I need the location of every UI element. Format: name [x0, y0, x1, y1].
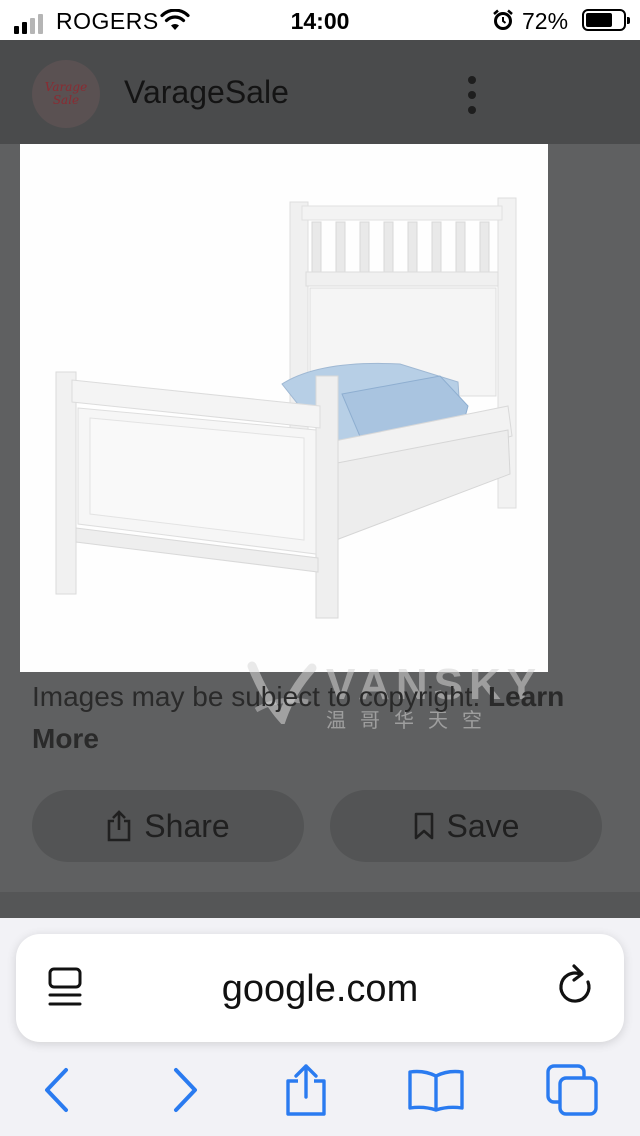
- forward-button[interactable]: [154, 1058, 218, 1122]
- battery-icon: [582, 9, 630, 31]
- bookmarks-button[interactable]: [404, 1058, 468, 1122]
- status-bar: ROGERS 14:00 72%: [0, 0, 640, 40]
- site-header: Varage Sale VarageSale: [0, 40, 640, 144]
- reload-icon[interactable]: [554, 964, 598, 1012]
- tabs-icon: [546, 1064, 598, 1116]
- share-icon: [107, 810, 131, 842]
- bookmarks-icon: [408, 1069, 464, 1112]
- share-button-label: Share: [144, 807, 230, 844]
- copyright-text: Images may be subject to copyright.: [32, 681, 481, 712]
- url-text[interactable]: google.com: [16, 968, 624, 1011]
- tabs-button[interactable]: [540, 1058, 604, 1122]
- screen: ROGERS 14:00 72% Varage Sale VarageSale: [0, 0, 640, 1136]
- share-button[interactable]: Share: [32, 790, 304, 862]
- logo-text-line2: Sale: [52, 93, 80, 107]
- alarm-icon: [493, 9, 513, 30]
- copyright-notice: Images may be subject to copyright. Lear…: [32, 676, 592, 760]
- product-image-bed[interactable]: [20, 144, 548, 672]
- overlay-divider: [0, 892, 640, 920]
- back-arrow-icon: [45, 1068, 68, 1112]
- address-bar[interactable]: google.com: [16, 934, 624, 1042]
- kebab-menu-icon[interactable]: [462, 76, 482, 114]
- site-logo[interactable]: Varage Sale: [32, 60, 100, 128]
- forward-arrow-icon: [174, 1068, 197, 1112]
- share-icon: [286, 1064, 326, 1116]
- battery-fill: [586, 13, 612, 27]
- back-button[interactable]: [24, 1058, 88, 1122]
- save-button[interactable]: Save: [330, 790, 602, 862]
- save-button-label: Save: [446, 807, 520, 844]
- site-name[interactable]: VarageSale: [124, 74, 289, 111]
- battery-percent: 72%: [522, 8, 569, 34]
- bed-illustration: [55, 197, 517, 619]
- bookmark-icon: [414, 812, 433, 840]
- toolbar-share-button[interactable]: [274, 1058, 338, 1122]
